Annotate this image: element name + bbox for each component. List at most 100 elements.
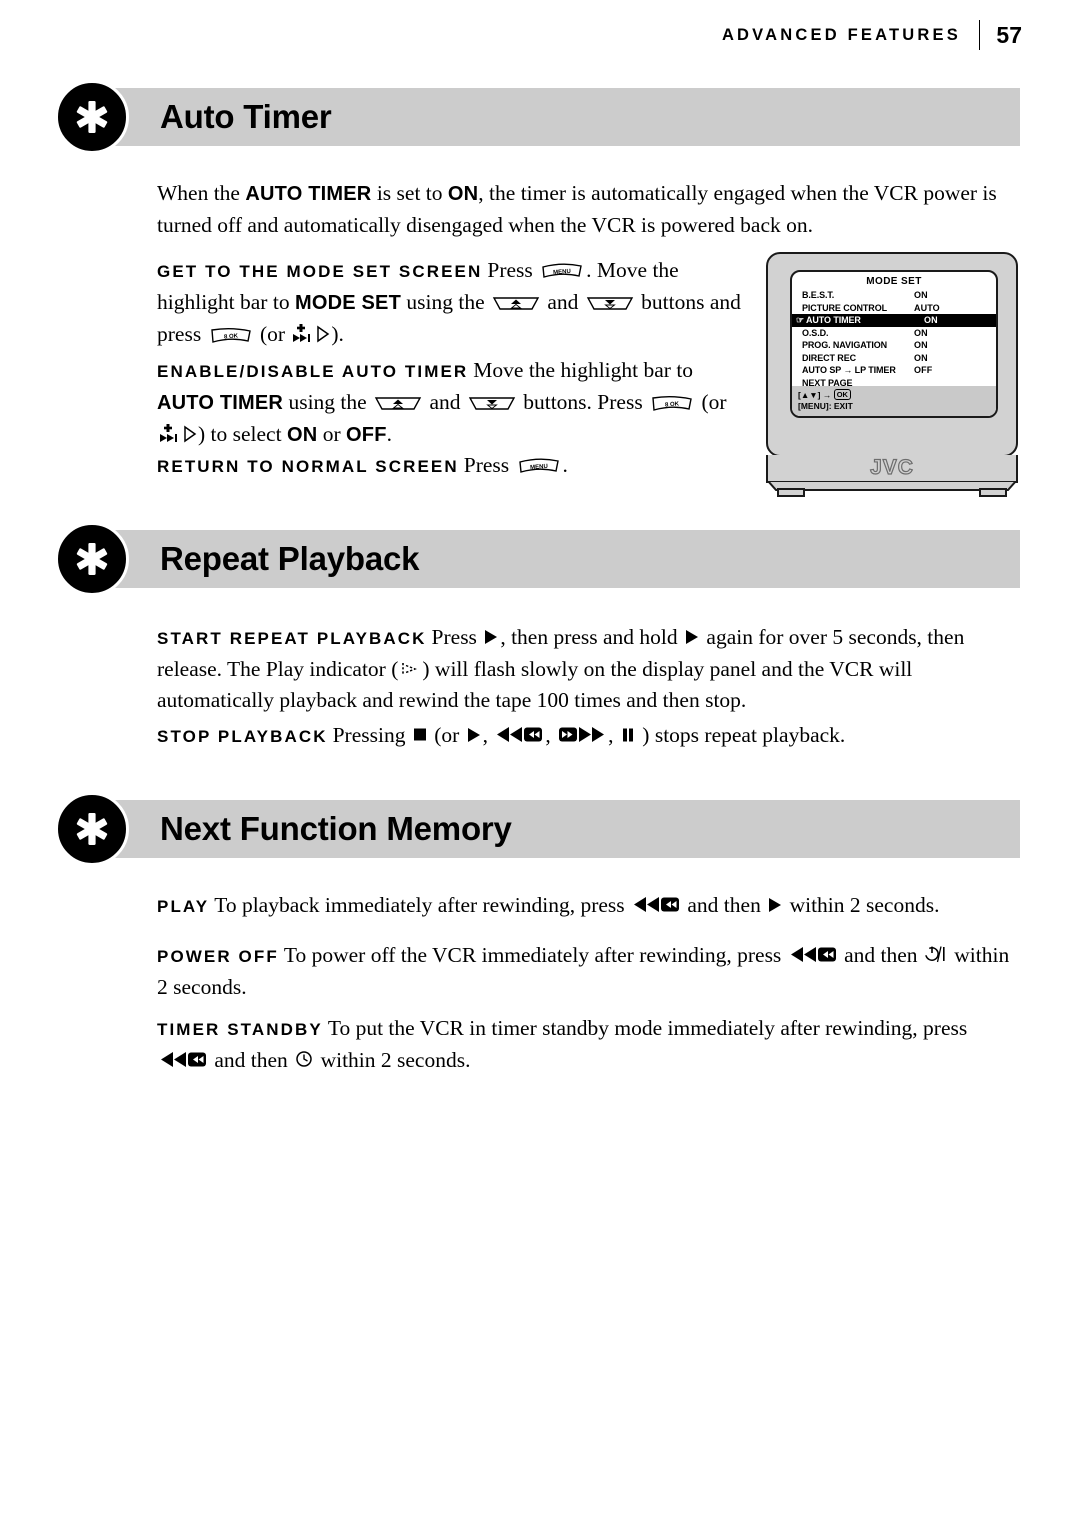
section-title: Auto Timer xyxy=(160,98,332,135)
page-number: 57 xyxy=(996,21,1022,48)
tv-screen: MODE SET B.E.S.T. ON PICTURE CONTROL AUT… xyxy=(790,270,998,418)
svg-text:8 OK: 8 OK xyxy=(665,401,680,408)
fast-forward-icon xyxy=(557,725,607,744)
rewind-icon xyxy=(788,945,838,964)
osd-row-label: DIRECT REC xyxy=(802,352,857,363)
osd-row-label: AUTO SP → LP TIMER xyxy=(802,365,896,376)
osd-row: AUTO SP → LP TIMER OFF xyxy=(792,364,996,377)
auto-timer-step-1: GET TO THE MODE SET SCREEN Press MENU . M… xyxy=(157,255,747,350)
osd-row-value: ON xyxy=(914,327,928,338)
header-divider xyxy=(978,20,981,50)
section-banner-next-function-memory: Next Function Memory xyxy=(55,792,1020,866)
auto-timer-step-2: ENABLE/DISABLE AUTO TIMER Move the highli… xyxy=(157,355,747,451)
page-header: ADVANCED FEATURES 57 xyxy=(722,18,1022,52)
step-2-bold-on: ON xyxy=(286,424,318,446)
step-2-text-4: buttons. Press xyxy=(517,390,649,414)
stop-playback-text-1: Pressing xyxy=(332,723,411,747)
timer-standby-runin: TIMER STANDBY xyxy=(157,1020,323,1039)
skip-forward-plus-icon xyxy=(291,323,313,343)
power-off-runin: POWER OFF xyxy=(157,947,279,966)
osd-menu: MODE SET B.E.S.T. ON PICTURE CONTROL AUT… xyxy=(792,272,996,416)
step-1-text-7: ). xyxy=(331,322,344,346)
pointing-hand-icon: ☞ xyxy=(796,314,805,325)
step-2-text-7: or xyxy=(317,422,347,446)
menu-key-icon: MENU xyxy=(517,457,561,476)
start-repeat-text-2: , then press and hold xyxy=(500,625,684,649)
svg-text:MENU: MENU xyxy=(530,464,548,471)
tv-bezel: MODE SET B.E.S.T. ON PICTURE CONTROL AUT… xyxy=(766,252,1018,457)
osd-title: MODE SET xyxy=(866,276,922,287)
osd-row: O.S.D. ON xyxy=(792,327,996,340)
star-badge-icon xyxy=(55,522,129,596)
next-function-play: PLAY To playback immediately after rewind… xyxy=(157,890,1019,922)
osd-row-label: B.E.S.T. xyxy=(802,290,835,301)
intro-bold-on: ON xyxy=(447,183,479,205)
stop-playback-text-5: , xyxy=(608,723,619,747)
step-3-text-2: . xyxy=(562,453,568,477)
intro-bold-auto-timer: AUTO TIMER xyxy=(245,183,372,205)
step-2-text-8: . xyxy=(386,422,392,446)
start-repeat-text-1: Press xyxy=(431,625,483,649)
step-1-text-4: and xyxy=(542,290,584,314)
auto-timer-intro: When the AUTO TIMER is set to ON, the ti… xyxy=(157,178,1002,241)
section-banner-auto-timer: Auto Timer xyxy=(55,80,1020,154)
next-function-power-off: POWER OFF To power off the VCR immediatel… xyxy=(157,940,1019,1003)
play-text-1: To playback immediately after rewinding,… xyxy=(214,893,631,917)
osd-footer-line-1: [▲▼] → OK xyxy=(798,389,996,401)
menu-key-icon: MENU xyxy=(540,262,584,281)
timer-standby-text-1: To put the VCR in timer standby mode imm… xyxy=(327,1016,968,1040)
up-arrow-key-icon xyxy=(492,294,540,313)
tv-lower-bezel: JVC xyxy=(766,455,1018,483)
repeat-playback-stop: STOP PLAYBACK Pressing (or , , , ) stops … xyxy=(157,720,1019,752)
play-icon xyxy=(684,628,700,646)
svg-text:8 OK: 8 OK xyxy=(223,333,238,340)
step-1-runin: GET TO THE MODE SET SCREEN xyxy=(157,262,483,281)
rewind-icon xyxy=(494,725,544,744)
right-triangle-outline-icon xyxy=(182,425,197,443)
osd-row-value: ON xyxy=(914,340,928,351)
osd-footer: [▲▼] → OK [MENU]: EXIT xyxy=(792,386,996,416)
step-2-bold-off: OFF xyxy=(346,424,387,446)
step-3-text-1: Press xyxy=(463,453,515,477)
stop-icon xyxy=(412,726,428,744)
star-badge-icon xyxy=(55,792,129,866)
intro-text-1: When the xyxy=(157,181,246,205)
ok-key-icon: 8 OK xyxy=(209,326,253,345)
osd-row-value: AUTO xyxy=(914,302,940,313)
down-arrow-key-icon xyxy=(468,394,516,413)
power-off-text-1: To power off the VCR immediately after r… xyxy=(283,943,787,967)
play-indicator-outline-icon xyxy=(399,660,421,678)
rewind-icon xyxy=(631,895,681,914)
step-3-runin: RETURN TO NORMAL SCREEN xyxy=(157,457,459,476)
stop-playback-text-3: , xyxy=(482,723,494,747)
play-icon xyxy=(466,726,482,744)
osd-row: PICTURE CONTROL AUTO xyxy=(792,302,996,315)
play-icon xyxy=(767,896,783,914)
header-section-title: ADVANCED FEATURES xyxy=(721,25,961,44)
step-2-text-5: (or xyxy=(696,390,727,414)
osd-row: PROG. NAVIGATION ON xyxy=(792,339,996,352)
jvc-logo: JVC xyxy=(869,455,914,479)
play-text-3: within 2 seconds. xyxy=(784,893,940,917)
osd-footer-line-2: [MENU]: EXIT xyxy=(798,401,853,411)
right-triangle-outline-icon xyxy=(315,325,330,343)
section-title: Next Function Memory xyxy=(160,810,512,847)
timer-standby-text-2: and then xyxy=(209,1048,294,1072)
intro-text-2: is set to xyxy=(371,181,448,205)
step-1-text-1: Press xyxy=(487,258,539,282)
osd-row-label: AUTO TIMER xyxy=(806,315,861,326)
stop-playback-text-4: , xyxy=(545,723,557,747)
step-2-text-1: Move the highlight bar to xyxy=(473,358,694,382)
osd-footer-nav-hint: [▲▼] → xyxy=(798,390,834,400)
osd-row-value: ON xyxy=(914,290,928,301)
osd-row-value: ON xyxy=(914,352,928,363)
up-arrow-key-icon xyxy=(374,394,422,413)
osd-row-selected: ☞ AUTO TIMER ON xyxy=(792,314,996,327)
auto-timer-step-3: RETURN TO NORMAL SCREEN Press MENU . xyxy=(157,450,757,482)
next-function-timer-standby: TIMER STANDBY To put the VCR in timer sta… xyxy=(157,1013,1019,1076)
osd-row-value: OFF xyxy=(914,365,933,376)
stop-playback-runin: STOP PLAYBACK xyxy=(157,727,328,746)
step-1-bold-mode-set: MODE SET xyxy=(294,292,402,314)
play-icon xyxy=(483,628,499,646)
power-off-text-2: and then xyxy=(838,943,923,967)
